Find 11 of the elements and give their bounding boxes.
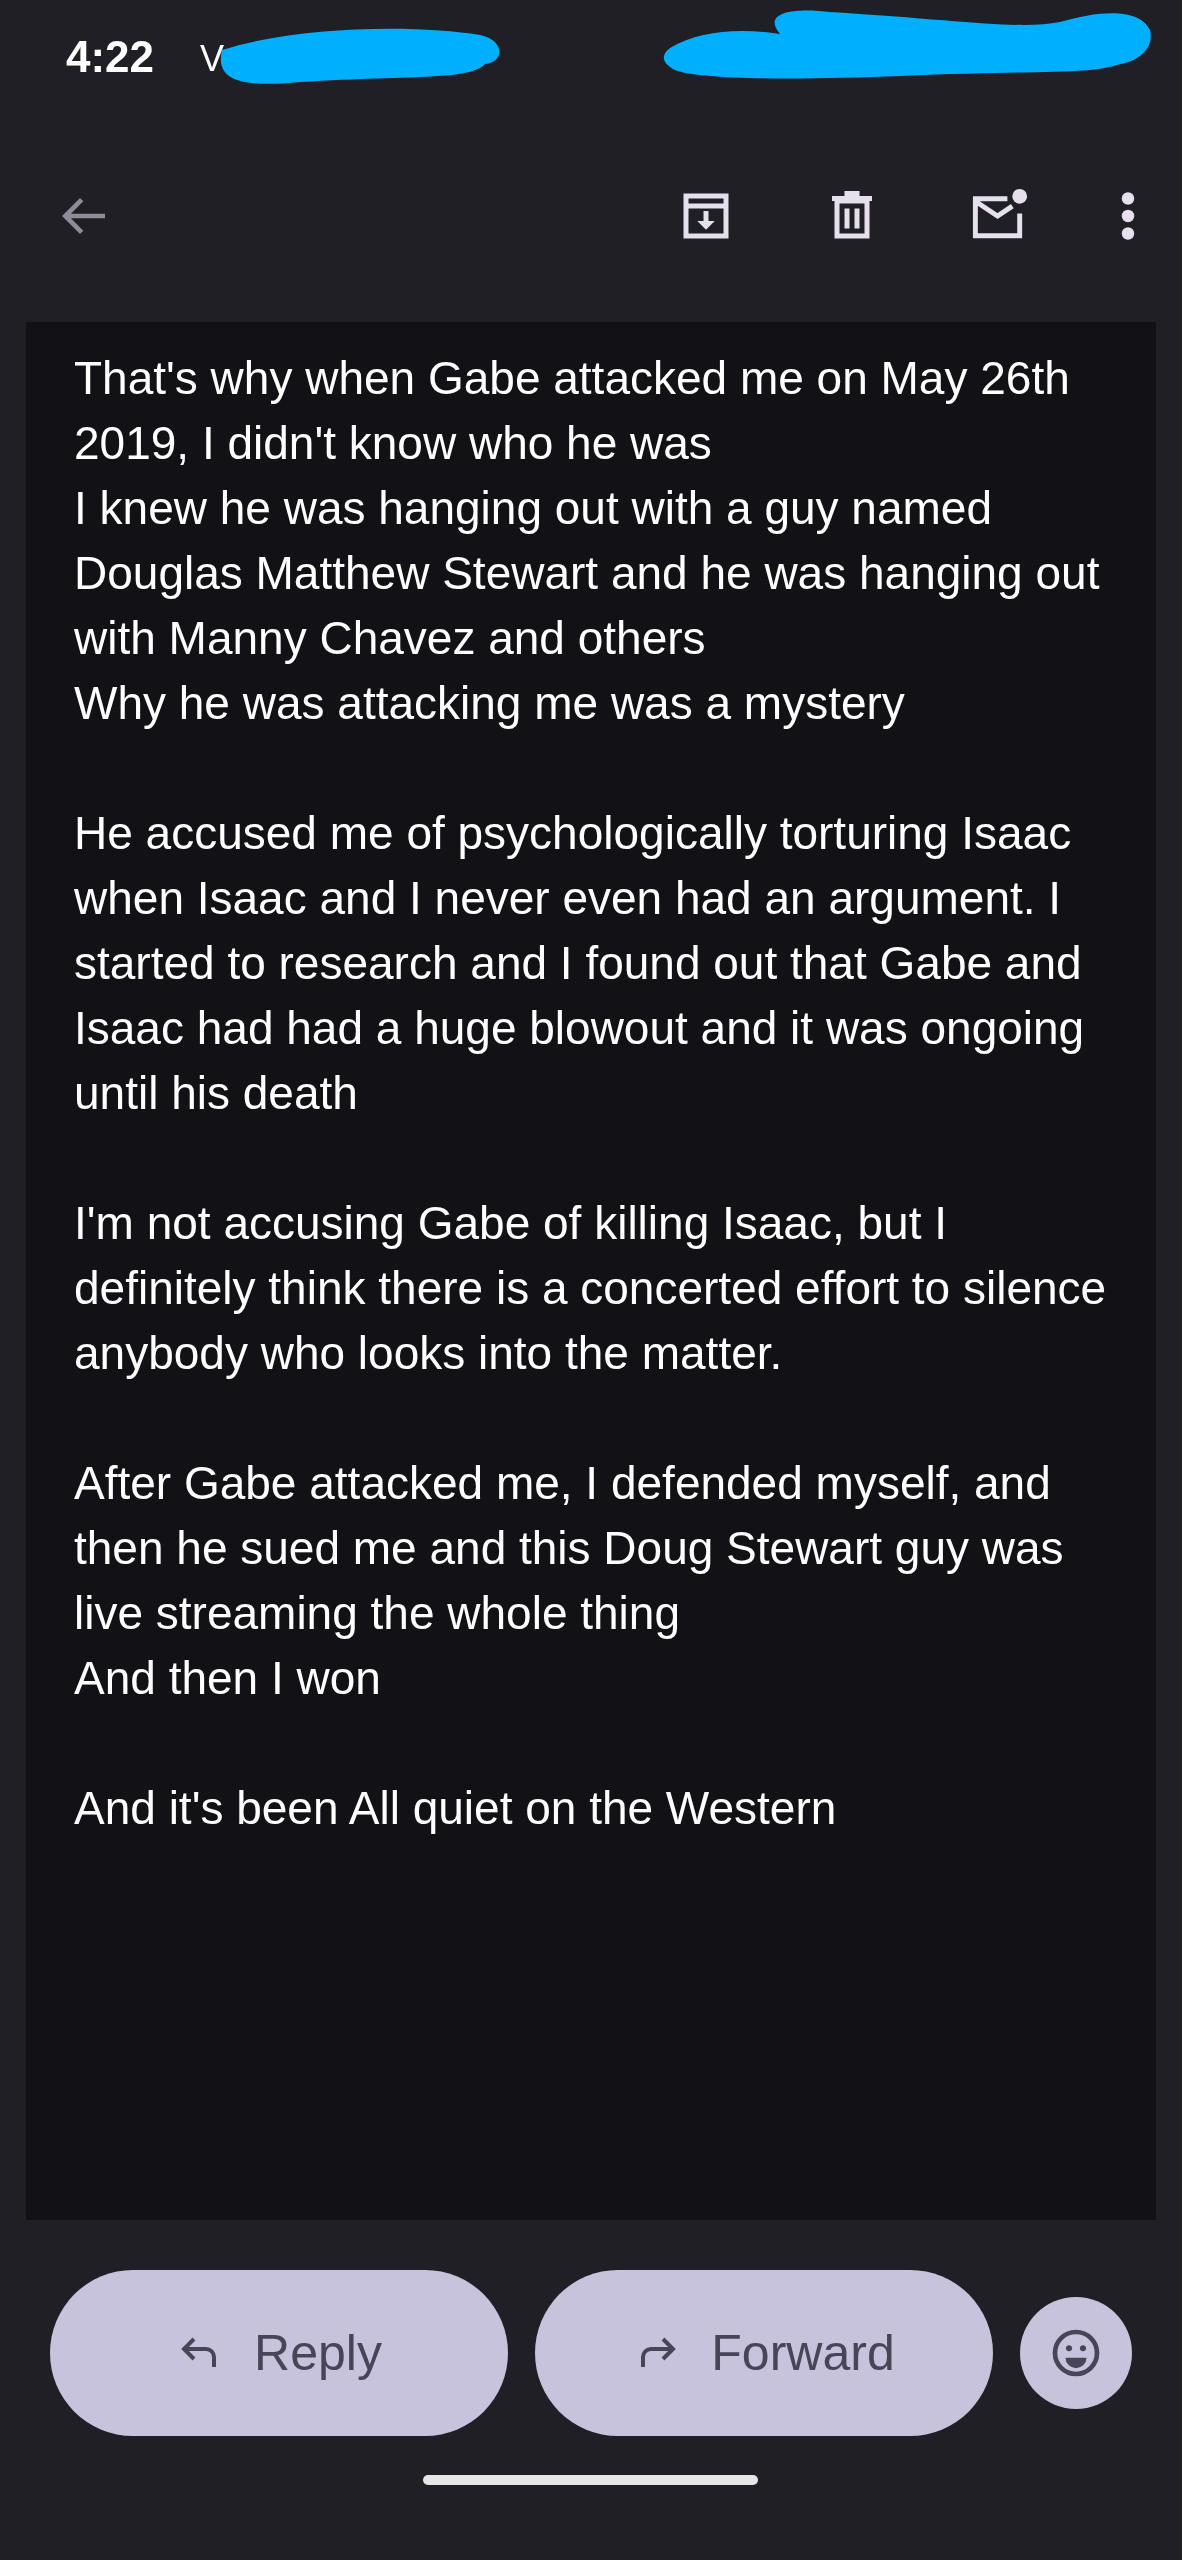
message-text: I knew he was hanging out with a guy named Douglas Matthew Stewart and he was hanging out with Manny Chavez and others xyxy=(74,481,1101,666)
message-text: And then I won xyxy=(74,1651,382,1706)
clock-time: 4:22 xyxy=(66,32,155,82)
message-text: I'm not accusing Gabe of killing Isaac, but I definitely think there is a concerted effort to silence anybody who looks into the matter. xyxy=(74,1196,1108,1381)
reply-button[interactable]: Reply xyxy=(50,2270,508,2436)
message-text: And it's been All quiet on the Western xyxy=(74,1781,838,1836)
message-text: After Gabe attacked me, I defended myself, and then he sued me and this Doug Stewart guy was live streaming the whole thing xyxy=(74,1456,1065,1641)
message-text: Why he was attacking me was a mystery xyxy=(74,676,906,731)
message-text: He accused me of psychologically torturing Isaac when Isaac and I never even had an argument. I started to research and I found out that Gabe and Isaac had had a huge blowout and it was ongoing until his death xyxy=(74,806,1086,1121)
message-text: That's why when Gabe attacked me on May 26th 2019, I didn't know who he was xyxy=(74,351,1071,471)
forward-button[interactable]: Forward xyxy=(535,2270,993,2436)
